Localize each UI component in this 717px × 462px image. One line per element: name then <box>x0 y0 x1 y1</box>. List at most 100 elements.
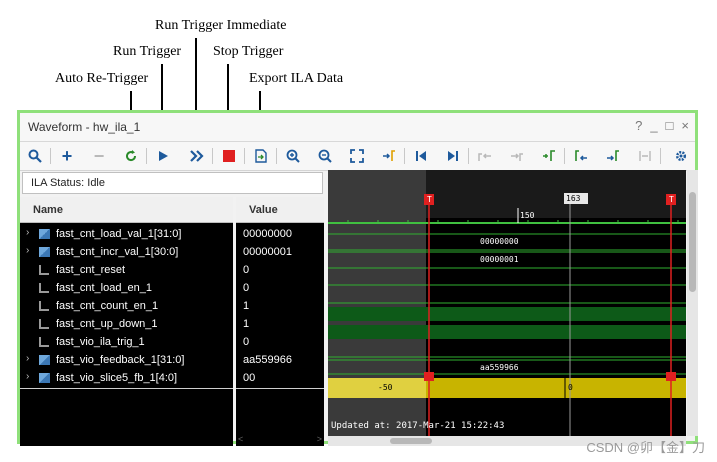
signal-value: 0 <box>243 264 250 276</box>
bit-icon <box>39 283 49 293</box>
scroll-thumb[interactable] <box>689 192 696 292</box>
bus-value-label: aa559966 <box>480 363 519 372</box>
signal-row[interactable]: › fast_vio_feedback_1[31:0] <box>20 351 233 369</box>
minimize-icon[interactable]: _ <box>650 118 657 133</box>
signal-row[interactable]: › fast_vio_slice5_fb_1[4:0] <box>20 369 233 387</box>
gear-icon[interactable] <box>670 145 692 167</box>
slice-axis-label: 0 <box>568 383 573 392</box>
stop-trigger-button[interactable] <box>218 145 240 167</box>
divider <box>20 388 233 389</box>
name-column-header[interactable]: Name <box>20 197 233 223</box>
signal-value: 0 <box>243 336 250 348</box>
trigger-marker-label[interactable]: T <box>427 195 432 204</box>
run-trigger-button[interactable] <box>152 145 174 167</box>
signal-name: fast_vio_slice5_fb_1[4:0] <box>56 372 178 384</box>
signal-row[interactable]: fast_cnt_reset <box>20 261 233 279</box>
signal-row[interactable]: fast_cnt_count_en_1 <box>20 297 233 315</box>
signal-value: aa559966 <box>243 354 292 366</box>
signal-row[interactable]: fast_cnt_up_down_1 <box>20 315 233 333</box>
signal-value-column: Value 00000000 00000001 0 0 1 1 0 aa5599… <box>236 197 324 446</box>
timeline-tick-label: 150 <box>520 211 535 220</box>
bus-icon <box>39 247 50 257</box>
signal-row[interactable]: › fast_cnt_load_val_1[31:0] <box>20 225 233 243</box>
bus-icon <box>39 229 50 239</box>
signal-value: 00000001 <box>243 246 292 258</box>
bit-icon <box>39 301 49 311</box>
signal-name: fast_cnt_up_down_1 <box>56 318 158 330</box>
swap-cursors-icon[interactable] <box>634 145 656 167</box>
waveform-canvas <box>328 170 686 436</box>
signal-value: 0 <box>243 282 250 294</box>
bus-icon <box>39 355 50 365</box>
signal-value: 00000000 <box>243 228 292 240</box>
close-icon[interactable]: × <box>681 118 689 133</box>
maximize-icon[interactable]: □ <box>666 118 674 133</box>
scroll-thumb[interactable] <box>390 438 432 444</box>
waveform-window: Waveform - hw_ila_1 ? _ □ × + − ILA Stat… <box>17 110 698 446</box>
toolbar: + − <box>20 142 695 171</box>
zoom-out-icon[interactable] <box>314 145 336 167</box>
go-to-start-icon[interactable] <box>410 145 432 167</box>
remove-icon[interactable]: − <box>88 145 110 167</box>
expand-icon[interactable]: › <box>26 353 29 364</box>
go-to-cursor-icon[interactable] <box>378 145 400 167</box>
add-icon[interactable]: + <box>56 145 78 167</box>
updated-timestamp: Updated at: 2017-Mar-21 15:22:43 <box>331 421 505 431</box>
add-marker-icon[interactable] <box>538 145 560 167</box>
signal-name: fast_cnt_load_val_1[31:0] <box>56 228 182 240</box>
search-icon[interactable] <box>24 145 46 167</box>
signal-name: fast_cnt_reset <box>56 264 126 276</box>
run-trigger-immediate-button[interactable] <box>186 145 208 167</box>
callout-export-ila: Export ILA Data <box>249 71 344 86</box>
signal-row[interactable]: fast_cnt_load_en_1 <box>20 279 233 297</box>
export-ila-data-button[interactable] <box>250 145 272 167</box>
previous-marker-icon[interactable] <box>570 145 592 167</box>
title-bar: Waveform - hw_ila_1 ? _ □ × <box>20 113 695 142</box>
signal-value: 1 <box>243 300 250 312</box>
scroll-left-icon[interactable]: < <box>238 434 243 444</box>
expand-icon[interactable]: › <box>26 245 29 256</box>
stop-icon <box>223 150 235 162</box>
signal-name: fast_vio_ila_trig_1 <box>56 336 145 348</box>
window-title: Waveform - hw_ila_1 <box>28 120 141 134</box>
zoom-fit-icon[interactable] <box>346 145 368 167</box>
divider <box>236 388 324 389</box>
signal-name: fast_cnt_count_en_1 <box>56 300 159 312</box>
signal-name-column: Name › fast_cnt_load_val_1[31:0] › fast_… <box>20 197 233 446</box>
signal-name: fast_vio_feedback_1[31:0] <box>56 354 185 366</box>
go-to-end-icon[interactable] <box>442 145 464 167</box>
bit-icon <box>39 265 49 275</box>
watermark: CSDN @卯【金】刀 <box>586 440 705 455</box>
signal-row[interactable]: › fast_cnt_incr_val_1[30:0] <box>20 243 233 261</box>
signal-name: fast_cnt_incr_val_1[30:0] <box>56 246 179 258</box>
callout-auto-retrigger: Auto Re-Trigger <box>55 71 149 86</box>
previous-transition-icon[interactable] <box>474 145 496 167</box>
waveform-area[interactable]: T T 163 150 00000000 00000001 aa559966 -… <box>328 170 686 436</box>
help-icon[interactable]: ? <box>635 118 642 133</box>
scroll-right-icon[interactable]: > <box>317 434 322 444</box>
expand-icon[interactable]: › <box>26 371 29 382</box>
next-marker-icon[interactable] <box>602 145 624 167</box>
signal-value: 1 <box>243 318 250 330</box>
zoom-in-icon[interactable] <box>282 145 304 167</box>
bus-icon <box>39 373 50 383</box>
bit-icon <box>39 337 49 347</box>
slice-axis-label: -50 <box>378 383 393 392</box>
value-column-header[interactable]: Value <box>236 197 324 223</box>
signal-name: fast_cnt_load_en_1 <box>56 282 153 294</box>
cursor-label[interactable]: 163 <box>566 194 580 203</box>
next-transition-icon[interactable] <box>506 145 528 167</box>
value-scrollbar[interactable]: < > <box>236 434 324 446</box>
bus-value-label: 00000000 <box>480 237 519 246</box>
callout-run-trigger-immediate: Run Trigger Immediate <box>155 18 287 33</box>
bus-value-label: 00000001 <box>480 255 519 264</box>
trigger-marker-label[interactable]: T <box>669 195 674 204</box>
vertical-scrollbar[interactable] <box>687 170 698 436</box>
bit-icon <box>39 319 49 329</box>
auto-retrigger-button[interactable] <box>120 145 142 167</box>
expand-icon[interactable]: › <box>26 227 29 238</box>
signal-row[interactable]: fast_vio_ila_trig_1 <box>20 333 233 351</box>
callout-run-trigger: Run Trigger <box>113 44 182 59</box>
callout-stop-trigger: Stop Trigger <box>213 44 284 59</box>
ila-status: ILA Status: Idle <box>22 172 323 194</box>
